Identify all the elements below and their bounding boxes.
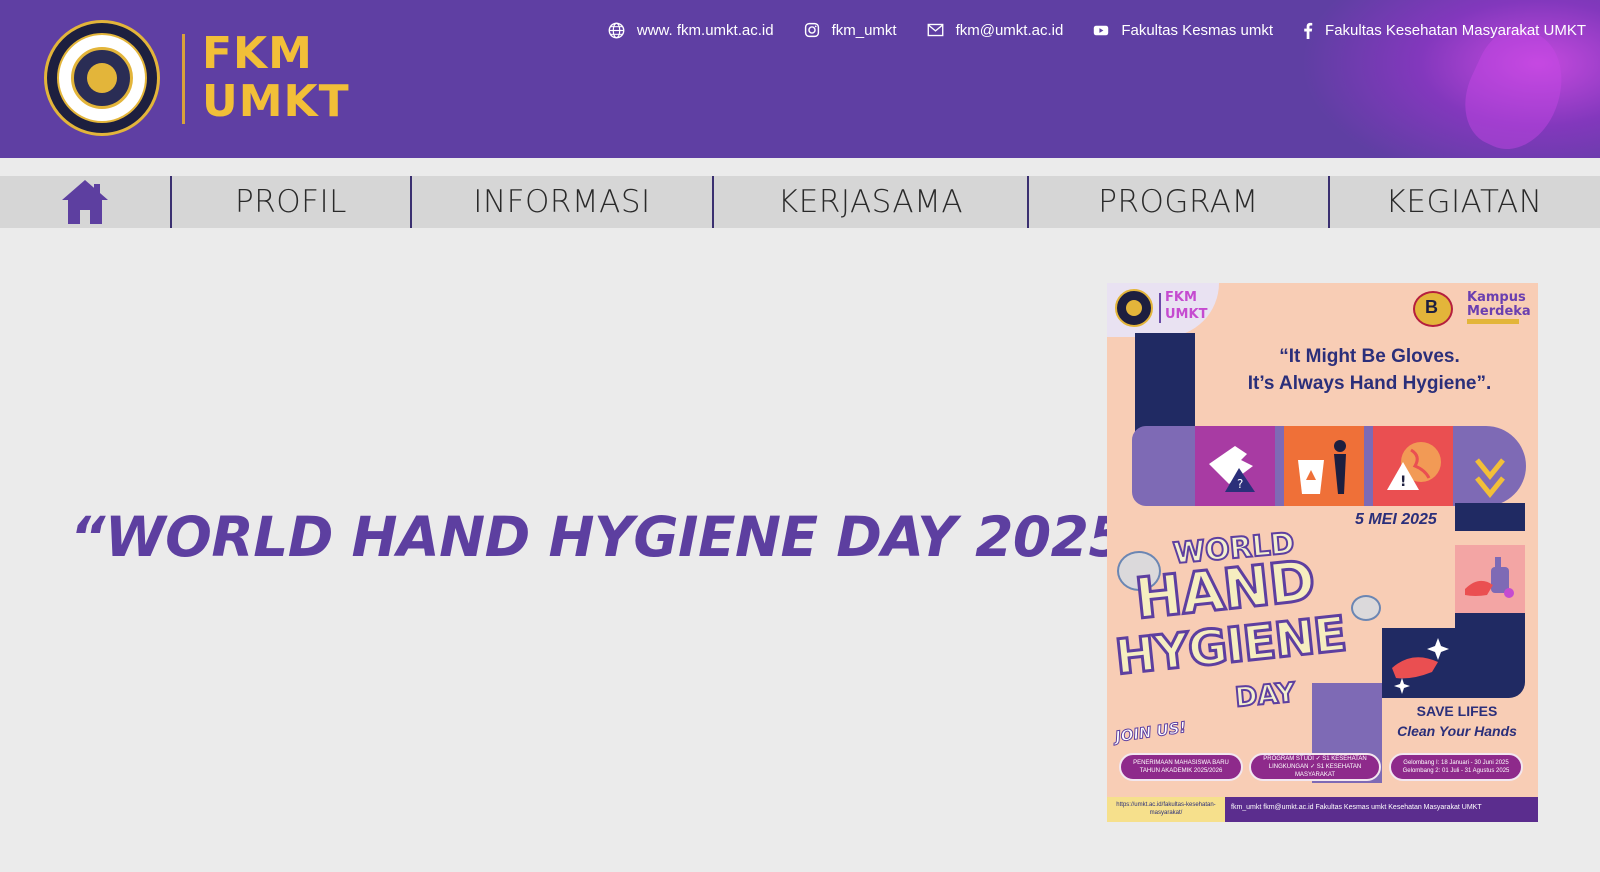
nav-home[interactable]: [0, 176, 170, 228]
logo-divider: [182, 34, 185, 124]
mail-icon: [927, 23, 943, 37]
poster-date: 5 MEI 2025: [1355, 511, 1437, 528]
contact-email-label: fkm@umkt.ac.id: [955, 21, 1064, 39]
page-title: “WORLD HAND HYGIENE DAY 2025": [70, 505, 1155, 569]
poster-logo-line2: UMKT: [1165, 307, 1208, 322]
home-icon: [62, 180, 108, 224]
main-navigation: PROFIL INFORMASI KERJASAMA PROGRAM KEGIA…: [0, 176, 1600, 228]
clean-hands-icon: [1382, 628, 1455, 698]
contact-website[interactable]: www. fkm.umkt.ac.id: [608, 22, 774, 39]
svg-text:!: !: [1400, 474, 1406, 490]
save-lifes-text: SAVE LIFES: [1416, 703, 1498, 719]
poster-logo-line1: FKM: [1165, 290, 1197, 305]
admission-pill: PENERIMAAN MAHASISWA BARU TAHUN AKADEMIK…: [1119, 753, 1243, 781]
poster-footer-url: https://umkt.ac.id/fakultas-kesehatan-ma…: [1107, 797, 1225, 822]
kampus-line2: Merdeka: [1467, 304, 1531, 319]
clean-hands-text: Clean Your Hands: [1397, 723, 1517, 739]
nav-kerjasama[interactable]: KERJASAMA: [714, 176, 1027, 228]
soap-dispenser-icon: [1455, 545, 1525, 613]
poster-logo-text: FKM UMKT: [1165, 289, 1207, 323]
contact-bar: www. fkm.umkt.ac.id fkm_umkt fkm@umkt.ac…: [608, 18, 1586, 42]
glove-icon: ?: [1195, 426, 1275, 506]
contact-facebook[interactable]: Fakultas Kesehatan Masyarakat UMKT: [1303, 22, 1586, 39]
university-seal-logo[interactable]: [44, 20, 160, 136]
logo-text-line2: UMKT: [202, 76, 350, 127]
contact-website-label: www. fkm.umkt.ac.id: [636, 21, 774, 39]
instagram-icon: [804, 22, 819, 38]
poster-quote-line2: It’s Always Hand Hygiene”.: [1247, 373, 1492, 394]
nav-informasi[interactable]: INFORMASI: [412, 176, 712, 228]
poster-path-segment: [1135, 333, 1195, 433]
poster-quote-line1: “It Might Be Gloves.: [1279, 346, 1460, 367]
youtube-icon: [1094, 25, 1109, 35]
headline-day: DAY: [1233, 676, 1298, 714]
contact-youtube-label: Fakultas Kesmas umkt: [1121, 21, 1274, 39]
contact-instagram-label: fkm_umkt: [831, 21, 897, 39]
poster-seal-core: [1126, 300, 1142, 316]
schedule-pill: Gelombang I: 18 Januari - 30 Juni 2025 G…: [1389, 753, 1523, 781]
join-us-text: JOIN US!: [1114, 718, 1188, 747]
globe-icon: [608, 22, 625, 38]
contact-youtube[interactable]: Fakultas Kesmas umkt: [1093, 22, 1273, 39]
soap-bubble: [1351, 595, 1381, 621]
badge-letter: B: [1425, 297, 1438, 317]
contact-instagram[interactable]: fkm_umkt: [804, 22, 897, 39]
contact-facebook-label: Fakultas Kesehatan Masyarakat UMKT: [1325, 21, 1586, 39]
chevron-down-icon: [1455, 426, 1525, 506]
study-program-pill: PROGRAM STUDI ✓ S1 KESEHATAN LINGKUNGAN …: [1249, 753, 1381, 781]
poster-logo-divider: [1159, 293, 1161, 323]
kampus-logo-bar: [1467, 319, 1519, 324]
faculty-logo-text[interactable]: FKM UMKT: [202, 30, 362, 126]
nav-program[interactable]: PROGRAM: [1029, 176, 1328, 228]
logo-text-line1: FKM: [202, 28, 313, 79]
seal-core: [87, 63, 117, 93]
svg-text:?: ?: [1237, 477, 1243, 491]
kampus-line1: Kampus: [1467, 290, 1526, 305]
contact-email[interactable]: fkm@umkt.ac.id: [927, 21, 1064, 39]
event-poster[interactable]: FKM UMKT B Kampus Merdeka “It Might Be G…: [1107, 283, 1538, 822]
poster-quote: “It Might Be Gloves. It’s Always Hand Hy…: [1207, 343, 1532, 397]
poster-footer-contacts: fkm_umkt fkm@umkt.ac.id Fakultas Kesmas …: [1231, 804, 1482, 811]
facebook-icon: [1304, 22, 1313, 39]
globe-warning-icon: !: [1373, 426, 1453, 506]
poster-path-segment: [1455, 503, 1525, 531]
nav-profil[interactable]: PROFIL: [172, 176, 410, 228]
nav-kegiatan[interactable]: KEGIATAN: [1330, 176, 1598, 228]
site-header: FKM UMKT www. fkm.umkt.ac.id fkm_umkt fk…: [0, 0, 1600, 158]
kampus-merdeka-logo: Kampus Merdeka: [1467, 291, 1531, 319]
poster-path-segment: [1455, 613, 1525, 698]
trash-disposal-icon: [1284, 426, 1364, 506]
